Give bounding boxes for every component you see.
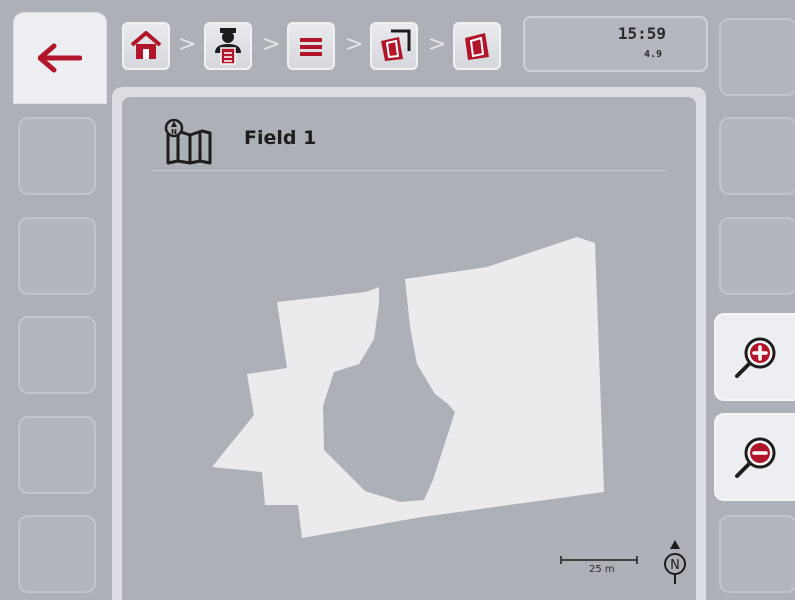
zoom-out-button[interactable] bbox=[714, 413, 795, 501]
clock-time: 15:59 bbox=[617, 24, 666, 43]
field-boundary-map[interactable] bbox=[122, 97, 696, 600]
softkey-right-1[interactable] bbox=[719, 18, 795, 96]
softkey-right-2[interactable] bbox=[719, 117, 795, 195]
map-scale-bar: 25 m bbox=[559, 552, 649, 582]
back-button[interactable] bbox=[14, 13, 106, 103]
softkey-left-4[interactable] bbox=[18, 316, 96, 394]
softkey-left-6[interactable] bbox=[18, 515, 96, 593]
north-label: N bbox=[670, 558, 680, 573]
software-version: 4.9 bbox=[643, 49, 662, 60]
softkey-right-6[interactable] bbox=[719, 515, 795, 593]
field-icon bbox=[465, 33, 489, 60]
fields-icon bbox=[381, 29, 411, 61]
breadcrumb-separator: > bbox=[428, 32, 447, 57]
zoom-out-icon bbox=[734, 437, 775, 478]
breadcrumb-fields[interactable] bbox=[370, 22, 418, 70]
zoom-in-icon bbox=[734, 337, 775, 378]
breadcrumb-home[interactable] bbox=[122, 22, 170, 70]
home-icon bbox=[130, 31, 162, 59]
north-arrow-icon: N bbox=[664, 540, 686, 584]
list-icon bbox=[300, 38, 322, 56]
operator-icon bbox=[215, 28, 241, 65]
softkey-left-5[interactable] bbox=[18, 416, 96, 494]
main-panel: N Field 1 25 m N bbox=[112, 87, 706, 600]
status-display: 15:59 4.9 bbox=[523, 16, 708, 72]
breadcrumb-separator: > bbox=[345, 32, 364, 57]
breadcrumb-field[interactable] bbox=[453, 22, 501, 70]
softkey-right-3[interactable] bbox=[719, 217, 795, 295]
breadcrumb-list[interactable] bbox=[287, 22, 335, 70]
arrow-left-icon bbox=[38, 43, 82, 73]
breadcrumb-operator[interactable] bbox=[204, 22, 252, 70]
field-boundary-polygon bbox=[212, 237, 604, 538]
scale-label: 25 m bbox=[589, 564, 615, 575]
field-map-view: N Field 1 25 m N bbox=[122, 97, 696, 600]
zoom-in-button[interactable] bbox=[714, 313, 795, 401]
breadcrumb-separator: > bbox=[262, 32, 281, 57]
softkey-left-3[interactable] bbox=[18, 217, 96, 295]
breadcrumb-separator: > bbox=[178, 32, 197, 57]
softkey-left-2[interactable] bbox=[18, 117, 96, 195]
